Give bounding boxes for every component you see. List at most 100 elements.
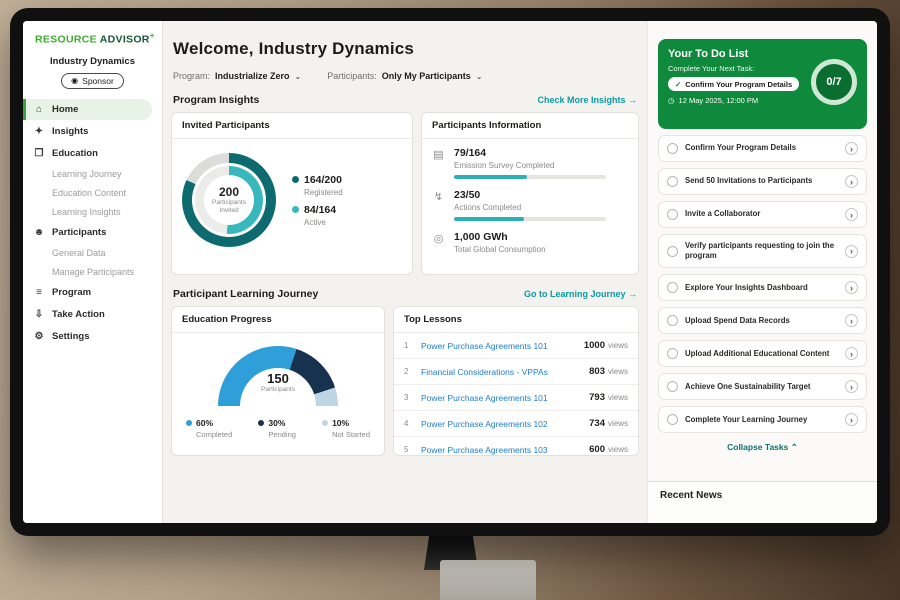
home-icon: ⌂ <box>33 104 45 115</box>
chevron-right-icon[interactable]: › <box>845 175 858 188</box>
program-insights-title: Program Insights <box>173 94 259 106</box>
org-name: Industry Dynamics <box>23 56 162 67</box>
todo-progress-ring: 0/7 <box>811 59 857 105</box>
sidebar-item-education[interactable]: ❐ Education <box>23 143 162 164</box>
take-action-icon: ⇩ <box>33 309 45 320</box>
task-checkbox[interactable] <box>667 381 678 392</box>
task-checkbox[interactable] <box>667 176 678 187</box>
sidebar-subitem-manage-participants[interactable]: Manage Participants <box>23 263 162 281</box>
due-date-label: 12 May 2025, 12:00 PM <box>679 96 759 105</box>
lesson-link[interactable]: Power Purchase Agreements 101 <box>421 341 575 351</box>
gauge-legend: 60% Completed 30% Pending 10% Not Starte… <box>172 406 384 439</box>
task-row-confirm-program[interactable]: Confirm Your Program Details › <box>658 135 867 162</box>
task-checkbox[interactable] <box>667 414 678 425</box>
chevron-right-icon[interactable]: › <box>845 208 858 221</box>
sidebar-item-label: Education <box>52 148 98 159</box>
metric-value: 79/164 <box>454 147 606 159</box>
participants-filter[interactable]: Participants: Only My Participants ⌄ <box>327 71 482 81</box>
sidebar-item-participants[interactable]: ☻ Participants <box>23 222 162 243</box>
task-row-complete-learning-journey[interactable]: Complete Your Learning Journey › <box>658 406 867 433</box>
metric-label: Total Global Consumption <box>454 245 546 254</box>
lesson-link[interactable]: Power Purchase Agreements 102 <box>421 419 580 429</box>
metric-label: Emission Survey Completed <box>454 161 606 170</box>
sidebar-item-home[interactable]: ⌂ Home <box>23 99 152 120</box>
actions-icon: ↯ <box>432 190 445 203</box>
chevron-right-icon[interactable]: › <box>845 380 858 393</box>
task-checkbox[interactable] <box>667 315 678 326</box>
sidebar-subitem-learning-journey[interactable]: Learning Journey <box>23 165 162 183</box>
lesson-row: 1 Power Purchase Agreements 101 1000view… <box>394 333 638 359</box>
lesson-row: 3 Power Purchase Agreements 101 793views <box>394 385 638 411</box>
card-title: Top Lessons <box>394 307 638 333</box>
legend-completed: 60% Completed <box>186 418 232 439</box>
legend-dot <box>292 206 299 213</box>
card-title: Education Progress <box>172 307 384 333</box>
task-row-verify-participants[interactable]: Verify participants requesting to join t… <box>658 234 867 268</box>
chevron-right-icon[interactable]: › <box>845 281 858 294</box>
sidebar-item-settings[interactable]: ⚙ Settings <box>23 326 162 347</box>
check-more-insights-link[interactable]: Check More Insights → <box>537 95 637 105</box>
lesson-link[interactable]: Power Purchase Agreements 103 <box>421 445 580 455</box>
legend-dot <box>186 420 192 426</box>
education-icon: ❐ <box>33 148 45 159</box>
recent-news-section: Recent News <box>648 481 877 523</box>
lesson-rank: 2 <box>404 367 412 376</box>
program-filter-label: Program: <box>173 71 210 81</box>
sidebar-item-insights[interactable]: ✦ Insights <box>23 121 162 142</box>
todo-title: Your To Do List <box>668 48 857 60</box>
views-label: views <box>608 419 628 428</box>
metric-value: 23/50 <box>454 189 606 201</box>
sidebar-subitem-general-data[interactable]: General Data <box>23 244 162 262</box>
actions-completed-row: ↯ 23/50 Actions Completed <box>422 181 638 223</box>
program-icon: ≡ <box>33 287 45 298</box>
link-label: Check More Insights <box>537 95 625 105</box>
sidebar-item-label: Home <box>52 104 78 115</box>
task-label: Send 50 Invitations to Participants <box>685 176 838 186</box>
sponsor-badge[interactable]: ◉ Sponsor <box>61 73 124 89</box>
lesson-link[interactable]: Power Purchase Agreements 101 <box>421 393 580 403</box>
chevron-right-icon[interactable]: › <box>845 347 858 360</box>
top-lessons-card: Top Lessons 1 Power Purchase Agreements … <box>393 306 639 456</box>
legend-value: 30% <box>268 418 285 428</box>
collapse-label: Collapse Tasks <box>727 442 788 452</box>
task-row-upload-spend-data[interactable]: Upload Spend Data Records › <box>658 307 867 334</box>
gauge-center-label: Participants <box>218 386 338 393</box>
chevron-right-icon[interactable]: › <box>845 245 858 258</box>
task-label: Confirm Your Program Details <box>685 143 838 153</box>
sponsor-label: Sponsor <box>82 76 114 86</box>
task-row-send-invitations[interactable]: Send 50 Invitations to Participants › <box>658 168 867 195</box>
task-row-upload-educational-content[interactable]: Upload Additional Educational Content › <box>658 340 867 367</box>
chevron-right-icon[interactable]: › <box>845 413 858 426</box>
insights-cards-row: Invited Participants 200 Participants In… <box>171 112 639 275</box>
logo-primary: RESOURCE <box>35 34 97 46</box>
task-label: Invite a Collaborator <box>685 209 838 219</box>
lesson-link[interactable]: Financial Considerations - VPPAs <box>421 367 580 377</box>
program-filter[interactable]: Program: Industrialize Zero ⌄ <box>173 71 301 81</box>
chevron-right-icon[interactable]: › <box>845 142 858 155</box>
task-checkbox[interactable] <box>667 246 678 257</box>
sidebar-subitem-education-content[interactable]: Education Content <box>23 184 162 202</box>
task-checkbox[interactable] <box>667 348 678 359</box>
sidebar-item-take-action[interactable]: ⇩ Take Action <box>23 304 162 325</box>
sidebar-item-program[interactable]: ≡ Program <box>23 282 162 303</box>
lesson-rank: 1 <box>404 341 412 350</box>
next-task-pill[interactable]: ✓ Confirm Your Program Details <box>668 77 799 91</box>
task-row-invite-collaborator[interactable]: Invite a Collaborator › <box>658 201 867 228</box>
task-checkbox[interactable] <box>667 209 678 220</box>
main-content: Welcome, Industry Dynamics Program: Indu… <box>163 21 647 523</box>
legend-not-started: 10% Not Started <box>322 418 370 439</box>
collapse-tasks-link[interactable]: Collapse Tasks ⌃ <box>658 442 867 453</box>
task-label: Explore Your Insights Dashboard <box>685 283 838 293</box>
task-row-explore-insights[interactable]: Explore Your Insights Dashboard › <box>658 274 867 301</box>
lesson-views: 803 <box>589 366 605 377</box>
task-checkbox[interactable] <box>667 143 678 154</box>
participants-filter-label: Participants: <box>327 71 377 81</box>
chevron-right-icon[interactable]: › <box>845 314 858 327</box>
views-label: views <box>608 393 628 402</box>
go-to-learning-journey-link[interactable]: Go to Learning Journey → <box>524 289 637 299</box>
task-row-achieve-target[interactable]: Achieve One Sustainability Target › <box>658 373 867 400</box>
task-checkbox[interactable] <box>667 282 678 293</box>
monitor-stand-base <box>440 560 536 600</box>
task-label: Achieve One Sustainability Target <box>685 382 838 392</box>
sidebar-subitem-learning-insights[interactable]: Learning Insights <box>23 203 162 221</box>
